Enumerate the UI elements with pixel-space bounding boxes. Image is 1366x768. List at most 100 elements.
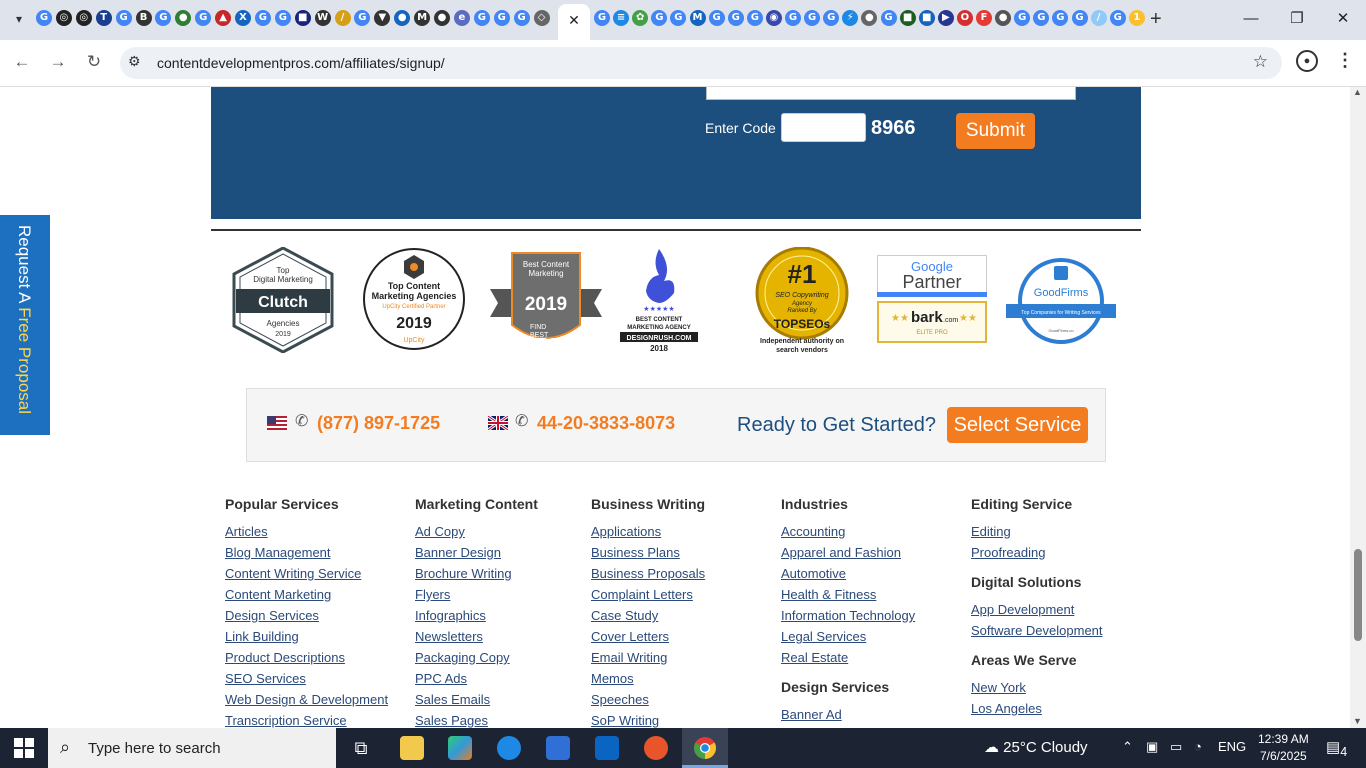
footer-link[interactable]: Applications: [591, 521, 705, 542]
footer-link[interactable]: Articles: [225, 521, 388, 542]
tab-favicon-icon[interactable]: G: [651, 10, 668, 26]
site-info-icon[interactable]: ⚙: [128, 53, 141, 70]
tab-favicon-icon[interactable]: G: [473, 10, 490, 26]
tab-favicon-icon[interactable]: G: [1052, 10, 1069, 26]
tab-favicon-icon[interactable]: ◇: [533, 10, 550, 26]
footer-link[interactable]: Health & Fitness: [781, 584, 915, 605]
tab-favicon-icon[interactable]: X: [235, 10, 251, 26]
forward-icon[interactable]: →: [46, 52, 70, 72]
tab-favicon-icon[interactable]: ●: [394, 10, 411, 26]
tab-favicon-icon[interactable]: /: [334, 10, 351, 26]
captcha-input[interactable]: [781, 113, 866, 142]
tab-favicon-icon[interactable]: ▼: [374, 10, 391, 26]
close-window-button[interactable]: ✕: [1328, 8, 1358, 30]
tab-favicon-icon[interactable]: G: [594, 10, 610, 26]
url-text[interactable]: contentdevelopmentpros.com/affiliates/si…: [157, 55, 445, 71]
wifi-icon[interactable]: ◔: [1194, 739, 1202, 754]
tab-favicon-icon[interactable]: G: [880, 10, 897, 26]
message-textarea[interactable]: [706, 87, 1076, 100]
tab-favicon-icon[interactable]: ◎: [75, 10, 92, 26]
footer-link[interactable]: Newsletters: [415, 626, 538, 647]
footer-link[interactable]: New York: [971, 677, 1103, 698]
us-phone-number[interactable]: (877) 897-1725: [317, 413, 440, 434]
footer-link[interactable]: PPC Ads: [415, 668, 538, 689]
footer-link[interactable]: Memos: [591, 668, 705, 689]
footer-link[interactable]: Speeches: [591, 689, 705, 710]
tab-favicon-icon[interactable]: ≡: [613, 10, 630, 26]
copilot-icon[interactable]: [448, 736, 472, 760]
scroll-up-icon[interactable]: ▲: [1353, 87, 1362, 97]
tab-favicon-icon[interactable]: G: [823, 10, 840, 26]
tab-favicon-icon[interactable]: G: [513, 10, 530, 26]
bookmark-star-icon[interactable]: ☆: [1253, 52, 1268, 72]
scroll-down-icon[interactable]: ▼: [1353, 716, 1362, 726]
footer-link[interactable]: SoP Writing: [591, 710, 705, 728]
footer-link[interactable]: Real Estate: [781, 647, 915, 668]
footer-link[interactable]: Email Writing: [591, 647, 705, 668]
tab-favicon-icon[interactable]: ●: [434, 10, 450, 26]
request-proposal-tab[interactable]: Request A Free Proposal: [0, 215, 50, 435]
tab-favicon-icon[interactable]: G: [354, 10, 371, 26]
footer-link[interactable]: Case Study: [591, 605, 705, 626]
footer-link[interactable]: Proofreading: [971, 542, 1103, 563]
footer-link[interactable]: Flyers: [415, 584, 538, 605]
battery-icon[interactable]: ▭: [1170, 739, 1182, 755]
active-tab[interactable]: ✕: [558, 4, 590, 40]
tab-favicon-icon[interactable]: ◎: [55, 10, 72, 26]
footer-link[interactable]: Banner Ad: [781, 704, 915, 725]
footer-link[interactable]: Cover Letters: [591, 626, 705, 647]
tab-favicon-icon[interactable]: G: [155, 10, 172, 26]
tab-favicon-icon[interactable]: O: [956, 10, 973, 26]
outlook-icon[interactable]: [595, 736, 619, 760]
tab-favicon-icon[interactable]: ▲: [215, 10, 232, 26]
tab-favicon-icon[interactable]: G: [804, 10, 821, 26]
store-icon[interactable]: [546, 736, 570, 760]
footer-link[interactable]: Ad Copy: [415, 521, 538, 542]
tab-favicon-icon[interactable]: ■: [294, 10, 311, 26]
tab-favicon-icon[interactable]: ●: [861, 10, 878, 26]
tab-favicon-icon[interactable]: G: [746, 10, 763, 26]
tab-favicon-icon[interactable]: G: [708, 10, 725, 26]
footer-link[interactable]: Accounting: [781, 521, 915, 542]
select-service-button[interactable]: Select Service: [947, 407, 1088, 443]
task-view-icon[interactable]: ⧉: [349, 736, 373, 760]
tab-favicon-icon[interactable]: M: [689, 10, 706, 26]
tab-favicon-icon[interactable]: G: [727, 10, 744, 26]
footer-link[interactable]: Transcription Service: [225, 710, 388, 728]
tab-favicon-icon[interactable]: ✿: [632, 10, 649, 26]
tab-favicon-icon[interactable]: ■: [918, 10, 935, 26]
submit-button[interactable]: Submit: [956, 113, 1035, 149]
uk-phone-number[interactable]: 44-20-3833-8073: [537, 413, 675, 434]
footer-link[interactable]: Packaging Copy: [415, 647, 538, 668]
language-indicator[interactable]: ENG: [1218, 739, 1246, 754]
restore-button[interactable]: ❐: [1282, 8, 1312, 30]
tab-favicon-icon[interactable]: T: [95, 10, 112, 26]
tab-favicon-icon[interactable]: G: [1109, 10, 1126, 26]
footer-link[interactable]: Legal Services: [781, 626, 915, 647]
tab-favicon-icon[interactable]: ▶: [937, 10, 954, 26]
footer-link[interactable]: Brochure Writing: [415, 563, 538, 584]
footer-link[interactable]: Information Technology: [781, 605, 915, 626]
footer-link[interactable]: Content Writing Service: [225, 563, 388, 584]
clock[interactable]: 12:39 AM 7/6/2025: [1258, 731, 1309, 765]
footer-link[interactable]: SEO Services: [225, 668, 388, 689]
tab-close-icon[interactable]: ✕: [558, 4, 590, 36]
meet-icon[interactable]: ▣: [1146, 739, 1158, 755]
notification-icon[interactable]: ▤4: [1326, 738, 1347, 759]
footer-link[interactable]: Editing: [971, 521, 1103, 542]
tab-favicon-icon[interactable]: G: [785, 10, 801, 26]
tab-favicon-icon[interactable]: /: [1090, 10, 1107, 26]
footer-link[interactable]: Software Development: [971, 620, 1103, 641]
back-icon[interactable]: ←: [10, 52, 34, 72]
tab-favicon-icon[interactable]: ◉: [765, 10, 782, 26]
edge-icon[interactable]: [497, 736, 521, 760]
tab-favicon-icon[interactable]: G: [195, 10, 212, 26]
tab-favicon-icon[interactable]: 1: [1128, 10, 1145, 26]
tab-favicon-icon[interactable]: G: [115, 10, 132, 26]
footer-link[interactable]: Blog Management: [225, 542, 388, 563]
tab-favicon-icon[interactable]: W: [314, 10, 331, 26]
profile-icon[interactable]: ●: [1296, 50, 1318, 72]
footer-link[interactable]: Sales Pages: [415, 710, 538, 728]
tab-favicon-icon[interactable]: ●: [175, 10, 192, 26]
weather-widget[interactable]: ☁ 25°C Cloudy: [984, 738, 1088, 756]
